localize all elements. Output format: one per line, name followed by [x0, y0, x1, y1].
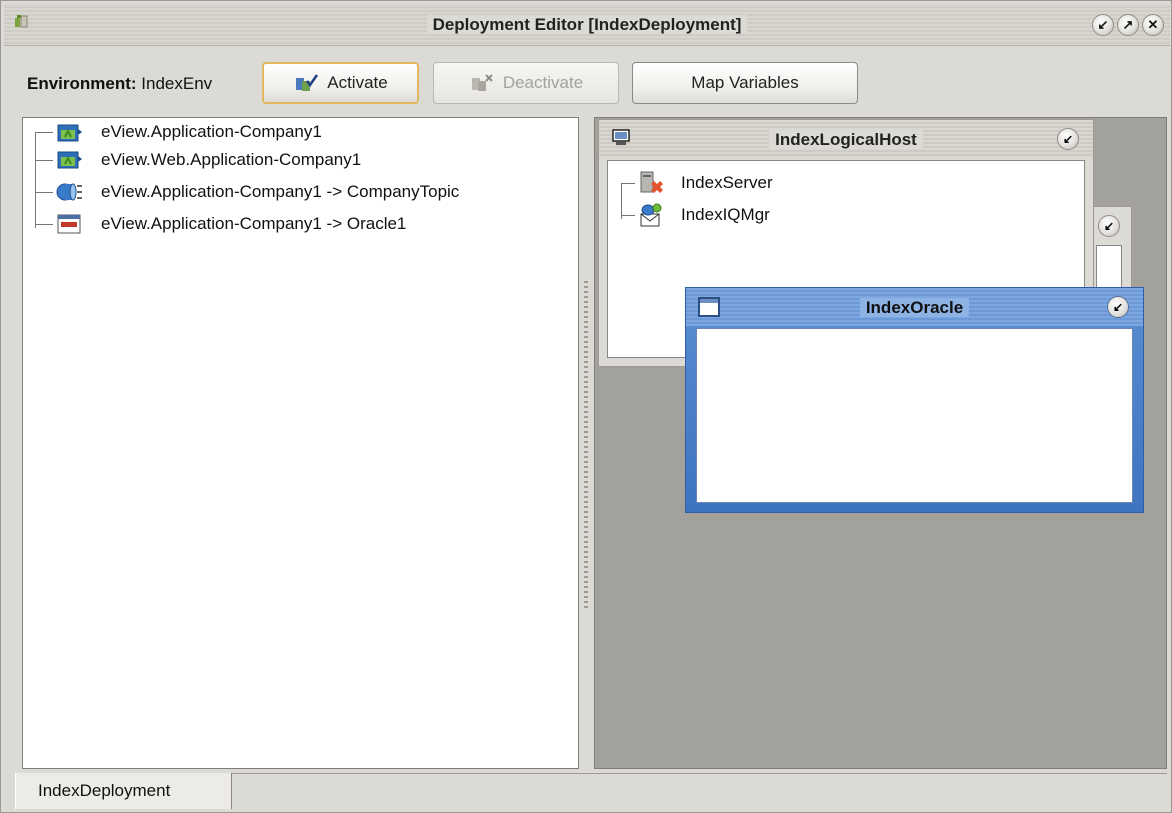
iq-manager-icon	[640, 203, 662, 227]
tree-item-label: eView.Application-Company1 -> CompanyTop…	[101, 182, 460, 201]
tree-item-application[interactable]: eView.Application-Company1	[35, 118, 322, 146]
oracle-window[interactable]: IndexOracle ↙	[685, 287, 1144, 513]
tree-item-label: eView.Application-Company1	[101, 122, 322, 141]
map-variables-label: Map Variables	[691, 73, 799, 92]
oracle-body	[696, 328, 1133, 503]
server-icon	[640, 171, 663, 193]
activate-button[interactable]: Activate	[262, 62, 419, 104]
deployment-tree: eView.Application-Company1 eView.Web.App…	[22, 117, 579, 769]
maximize-icon[interactable]: ↗	[1117, 14, 1139, 36]
activate-icon	[296, 74, 319, 91]
restore-icon[interactable]: ↙	[1057, 128, 1079, 150]
tab-indexdeployment[interactable]: IndexDeployment	[15, 773, 232, 809]
deactivate-icon	[471, 74, 493, 91]
tree-item-oracle[interactable]: eView.Application-Company1 -> Oracle1	[35, 210, 406, 238]
application-icon	[57, 124, 82, 142]
panel-splitter[interactable]	[584, 281, 588, 611]
web-application-icon	[57, 151, 82, 169]
host-item-iqmgr[interactable]: IndexIQMgr	[621, 201, 770, 229]
host-item-server[interactable]: IndexServer	[621, 169, 773, 197]
topic-icon	[56, 183, 82, 201]
deactivate-label: Deactivate	[502, 73, 584, 92]
host-item-label: IndexServer	[681, 173, 773, 192]
restore-icon[interactable]: ↙	[1098, 215, 1120, 237]
tree-item-label: eView.Application-Company1 -> Oracle1	[101, 214, 407, 233]
tree-item-label: eView.Web.Application-Company1	[101, 150, 362, 169]
title-bar: Deployment Editor [IndexDeployment] ↙ ↗ …	[4, 4, 1170, 46]
close-icon[interactable]: ✕	[1142, 14, 1164, 36]
host-item-label: IndexIQMgr	[681, 205, 770, 224]
oracle-title: IndexOracle	[686, 298, 1143, 318]
environment-caption: Environment:	[27, 74, 137, 93]
deactivate-button[interactable]: Deactivate	[433, 62, 619, 104]
environment-value: IndexEnv	[141, 74, 213, 93]
tree-item-web-application[interactable]: eView.Web.Application-Company1	[35, 146, 361, 174]
oracle-icon	[57, 214, 81, 234]
logical-host-titlebar[interactable]: IndexLogicalHost ↙	[599, 120, 1093, 158]
window-title: Deployment Editor [IndexDeployment]	[4, 15, 1170, 35]
tree-item-topic[interactable]: eView.Application-Company1 -> CompanyTop…	[35, 178, 459, 206]
map-variables-button[interactable]: Map Variables	[632, 62, 858, 104]
restore-icon[interactable]: ↙	[1107, 296, 1129, 318]
environment-label: Environment: IndexEnv	[27, 74, 212, 94]
activate-label: Activate	[327, 73, 388, 92]
oracle-titlebar[interactable]: IndexOracle ↙	[686, 288, 1143, 326]
deployment-editor-window: Deployment Editor [IndexDeployment] ↙ ↗ …	[0, 0, 1172, 813]
restore-icon[interactable]: ↙	[1092, 14, 1114, 36]
logical-host-title: IndexLogicalHost	[599, 130, 1093, 150]
